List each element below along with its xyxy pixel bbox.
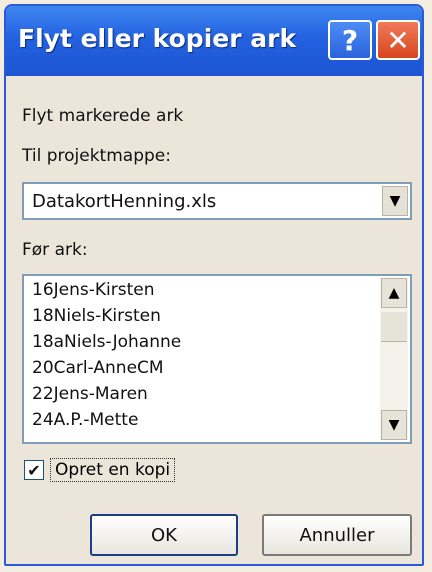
sheet-listbox[interactable]: 16Jens-Kirsten 18Niels-Kirsten 18aNiels-…: [22, 274, 412, 444]
list-item[interactable]: 22Jens-Maren: [32, 384, 148, 404]
title-bar[interactable]: Flyt eller kopier ark ? ✕: [6, 6, 422, 76]
list-item[interactable]: 20Carl-AnneCM: [32, 358, 164, 378]
copy-checkbox[interactable]: ✔: [24, 460, 44, 480]
close-button[interactable]: ✕: [376, 20, 420, 60]
help-icon: ?: [341, 23, 359, 57]
workbook-select[interactable]: DatakortHenning.xls ▼: [22, 182, 412, 220]
list-item[interactable]: 18aNiels-Johanne: [32, 332, 181, 352]
scroll-down-button[interactable]: ▼: [381, 410, 407, 440]
list-scrollbar[interactable]: ▲ ▼: [380, 278, 408, 440]
to-book-label: Til projektmappe:: [22, 146, 171, 166]
dialog-title: Flyt eller kopier ark: [18, 24, 297, 53]
arrow-down-icon: ▼: [388, 417, 400, 433]
scroll-up-button[interactable]: ▲: [381, 278, 407, 308]
cancel-button[interactable]: Annuller: [262, 514, 412, 556]
help-button[interactable]: ?: [328, 20, 372, 60]
list-item[interactable]: 16Jens-Kirsten: [32, 280, 155, 300]
move-copy-dialog: Flyt eller kopier ark ? ✕ Flyt markerede…: [4, 4, 424, 566]
close-icon: ✕: [386, 23, 410, 57]
list-item[interactable]: 18Niels-Kirsten: [32, 306, 161, 326]
check-icon: ✔: [27, 460, 41, 480]
scroll-thumb[interactable]: [381, 312, 407, 342]
copy-checkbox-label[interactable]: Opret en kopi: [50, 458, 176, 482]
workbook-dropdown-button[interactable]: ▼: [382, 186, 408, 216]
arrow-up-icon: ▲: [388, 285, 400, 301]
before-sheet-label: Før ark:: [22, 240, 88, 260]
move-selected-label: Flyt markerede ark: [22, 106, 184, 126]
ok-button[interactable]: OK: [90, 514, 238, 556]
chevron-down-icon: ▼: [389, 193, 401, 209]
workbook-select-value: DatakortHenning.xls: [32, 191, 217, 212]
list-item[interactable]: 24A.P.-Mette: [32, 410, 138, 430]
